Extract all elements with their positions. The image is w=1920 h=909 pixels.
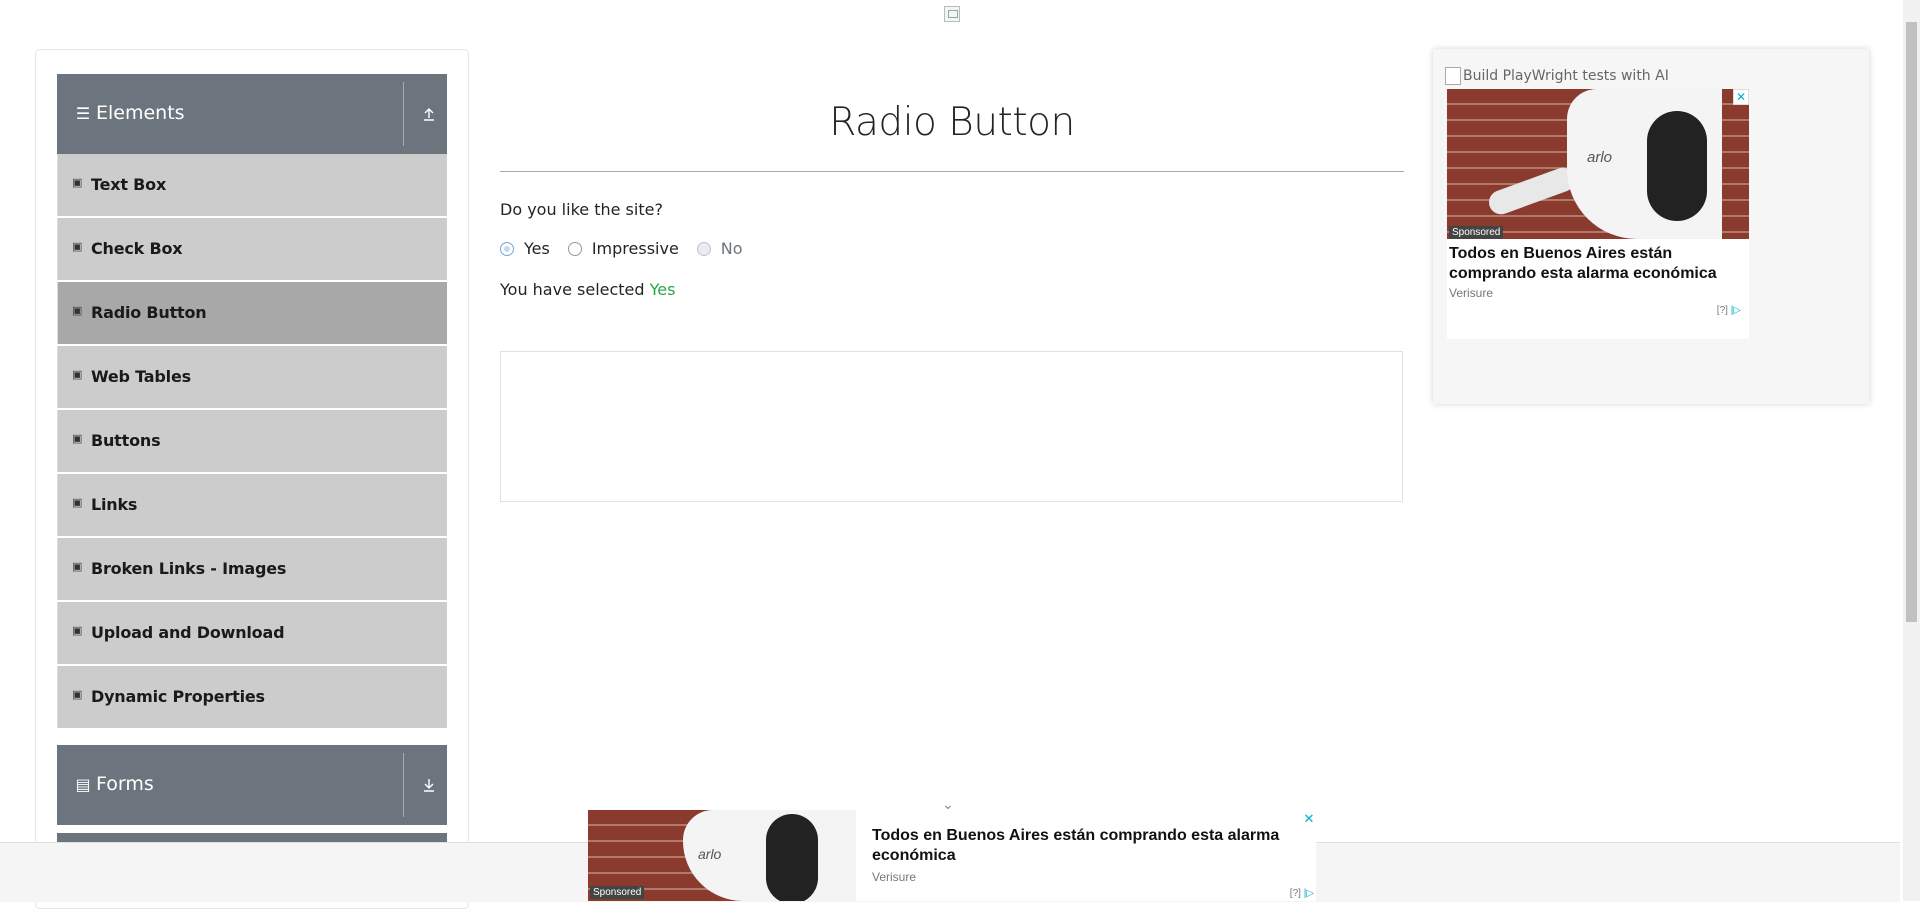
ad-choices[interactable]: [?] |▷ xyxy=(1717,305,1741,316)
sidebar-item-upload-download[interactable]: ▣ Upload and Download xyxy=(57,602,447,664)
hamburger-icon: ☰ xyxy=(75,104,91,123)
selection-value: Yes xyxy=(649,280,676,299)
document-icon: ▤ xyxy=(75,775,91,794)
selection-result: You have selected Yes xyxy=(500,280,675,299)
divider xyxy=(403,753,404,817)
sidebar-item-check-box[interactable]: ▣ Check Box xyxy=(57,218,447,280)
radio-circle-disabled xyxy=(696,241,711,256)
header-logo-image[interactable] xyxy=(944,6,960,22)
broken-image-alt[interactable]: Build PlayWright tests with AI xyxy=(1445,67,1669,85)
bottom-ad-photo[interactable]: arlo Sponsored xyxy=(588,810,856,901)
sidebar-item-broken-links[interactable]: ▣ Broken Links - Images xyxy=(57,538,447,600)
bottom-ad-advertiser[interactable]: Verisure xyxy=(872,870,916,884)
radio-impressive[interactable]: Impressive xyxy=(567,239,679,258)
radio-group: Yes Impressive No xyxy=(500,239,761,258)
sidebar-item-web-tables[interactable]: ▣ Web Tables xyxy=(57,346,447,408)
camera-brand: arlo xyxy=(1587,149,1613,166)
sponsored-badge: Sponsored xyxy=(590,886,645,899)
ad-advertiser[interactable]: Verisure xyxy=(1449,286,1493,300)
sidebar-item-buttons[interactable]: ▣ Buttons xyxy=(57,410,447,472)
divider xyxy=(403,82,404,146)
sponsored-badge: Sponsored xyxy=(1449,226,1504,239)
ad-card[interactable]: arlo Sponsored ✕ Todos en Buenos Aires e… xyxy=(1447,89,1749,339)
group-header-forms[interactable]: ▤ Forms xyxy=(57,745,447,825)
sidebar-item-text-box[interactable]: ▣ Text Box xyxy=(57,154,447,216)
group-header-elements[interactable]: ☰ Elements xyxy=(57,74,447,154)
adchoices-icon[interactable]: |▷ xyxy=(1304,888,1314,899)
ad-close-icon[interactable]: ✕ xyxy=(1733,89,1749,105)
radio-yes[interactable]: Yes xyxy=(500,239,550,258)
right-ad-panel: Build PlayWright tests with AI arlo Spon… xyxy=(1433,49,1869,404)
page-title: Radio Button xyxy=(829,100,1075,145)
html5-icon: ▣ xyxy=(72,625,83,637)
collapse-up-icon[interactable] xyxy=(419,104,439,124)
left-panel: ☰ Elements ▣ Text Box ▣ Check Box ▣ Radio Bu… xyxy=(35,49,469,909)
ad-choices[interactable]: [?] |▷ xyxy=(1290,888,1314,899)
radio-no: No xyxy=(696,239,743,258)
radio-circle[interactable] xyxy=(567,241,582,256)
sidebar-item-dynamic-properties[interactable]: ▣ Dynamic Properties xyxy=(57,666,447,728)
html5-icon: ▣ xyxy=(72,369,83,381)
page-scrollbar[interactable] xyxy=(1903,0,1920,901)
html5-icon: ▣ xyxy=(72,177,83,189)
ad-placeholder-box xyxy=(500,351,1403,502)
question-text: Do you like the site? xyxy=(500,200,663,219)
html5-icon: ▣ xyxy=(72,241,83,253)
title-divider xyxy=(500,171,1404,172)
html5-icon: ▣ xyxy=(72,305,83,317)
camera-brand: arlo xyxy=(698,846,722,862)
sidebar-item-links[interactable]: ▣ Links xyxy=(57,474,447,536)
ad-photo-camera[interactable]: arlo Sponsored xyxy=(1447,89,1749,239)
camera-lens xyxy=(766,814,818,901)
expand-down-icon[interactable] xyxy=(419,775,439,795)
group-title: ▤ Forms xyxy=(75,773,154,795)
broken-image-icon xyxy=(1445,67,1461,85)
html5-icon: ▣ xyxy=(72,689,83,701)
radio-circle-checked[interactable] xyxy=(500,241,514,256)
html5-icon: ▣ xyxy=(72,433,83,445)
close-icon[interactable]: ✕ xyxy=(1302,812,1316,826)
selection-prefix: You have selected xyxy=(500,280,650,299)
ad-headline[interactable]: Todos en Buenos Aires están comprando es… xyxy=(1449,244,1745,284)
camera-lens xyxy=(1647,111,1707,221)
adchoices-icon[interactable]: |▷ xyxy=(1731,305,1741,316)
bottom-ad-headline[interactable]: Todos en Buenos Aires están comprando es… xyxy=(872,826,1292,866)
camera-mount xyxy=(1485,164,1579,218)
scrollbar-thumb[interactable] xyxy=(1906,22,1917,622)
group-title: ☰ Elements xyxy=(75,102,185,124)
elements-menu: ▣ Text Box ▣ Check Box ▣ Radio Button ▣ Web … xyxy=(57,154,447,730)
html5-icon: ▣ xyxy=(72,497,83,509)
bottom-ad[interactable]: arlo Sponsored Todos en Buenos Aires est… xyxy=(588,810,1316,901)
html5-icon: ▣ xyxy=(72,561,83,573)
sidebar-item-radio-button[interactable]: ▣ Radio Button xyxy=(57,282,447,344)
